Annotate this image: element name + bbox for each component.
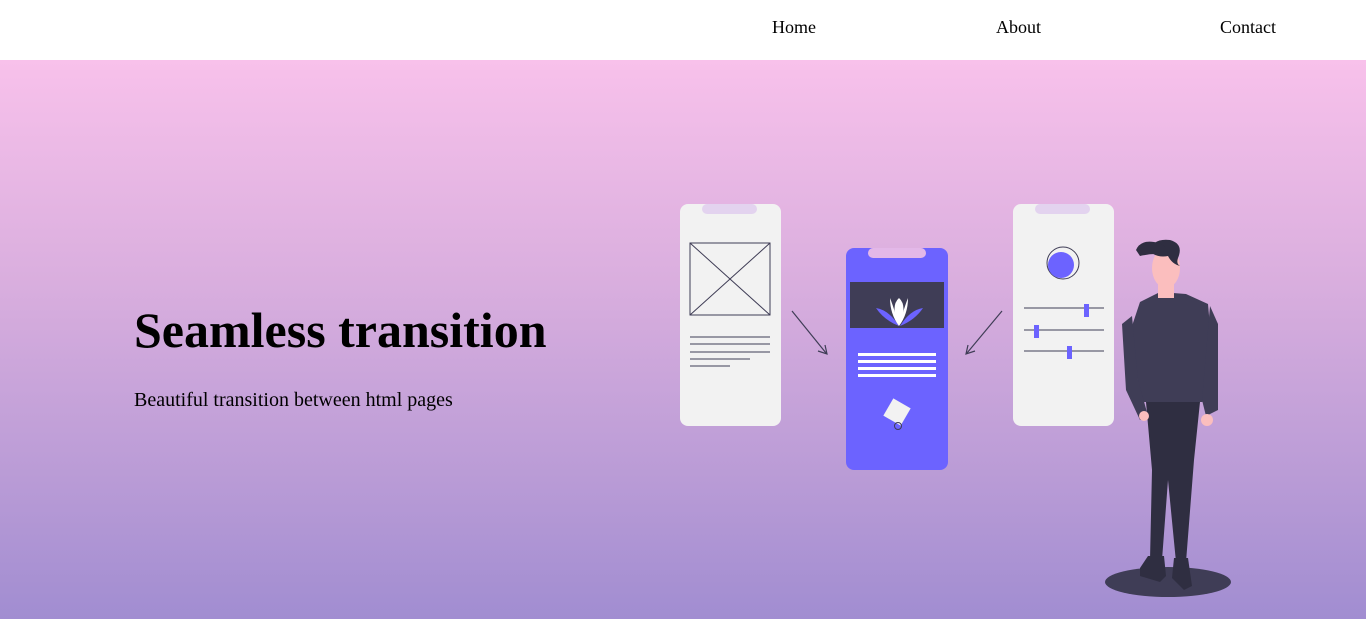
- phone-middle: [846, 248, 948, 470]
- hero-illustration: [680, 204, 1231, 597]
- nav-link-contact[interactable]: Contact: [1220, 17, 1276, 38]
- phone-left: [680, 204, 781, 426]
- person-figure: [1105, 239, 1231, 597]
- nav-link-home[interactable]: Home: [772, 17, 816, 38]
- hero-subtitle: Beautiful transition between html pages: [134, 389, 453, 411]
- nav-link-about[interactable]: About: [996, 17, 1041, 38]
- navbar: Home About Contact: [0, 0, 1366, 60]
- phone-right: [1013, 204, 1114, 426]
- hero-section: Seamless transition Beautiful transition…: [0, 60, 1366, 619]
- arrow-left-icon: [965, 310, 1003, 355]
- hero-title: Seamless transition: [134, 302, 547, 358]
- arrow-right-icon: [791, 310, 828, 355]
